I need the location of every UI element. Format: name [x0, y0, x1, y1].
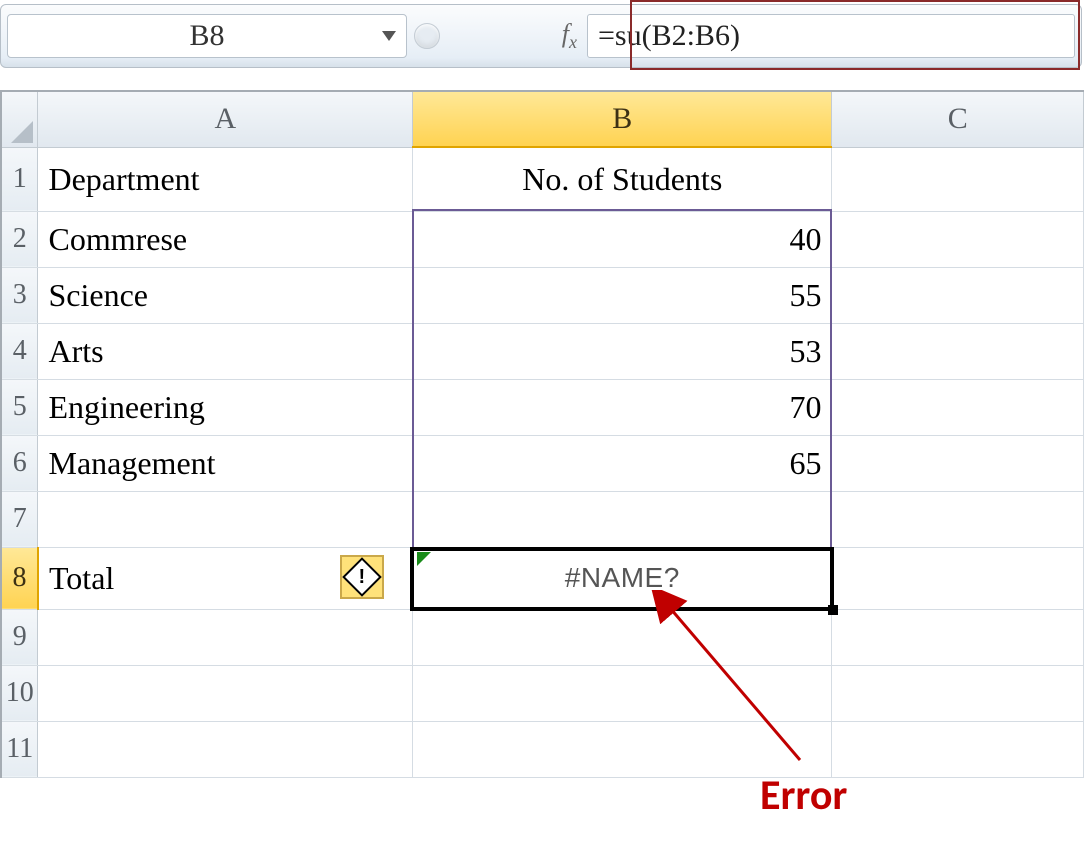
insert-function-area: fx — [447, 19, 587, 53]
cell-A4[interactable]: Arts — [38, 323, 413, 379]
cell-B8-value: #NAME? — [423, 562, 821, 594]
cell-C10[interactable] — [832, 665, 1084, 721]
cell-C1[interactable] — [832, 147, 1084, 211]
row-header-4[interactable]: 4 — [1, 323, 38, 379]
row-header-3[interactable]: 3 — [1, 267, 38, 323]
formula-text: =su(B2:B6) — [598, 19, 740, 53]
cell-A1[interactable]: Department — [38, 147, 413, 211]
formula-input[interactable]: =su(B2:B6) — [587, 14, 1075, 58]
column-header-C[interactable]: C — [832, 91, 1084, 147]
cell-C3[interactable] — [832, 267, 1084, 323]
cell-C5[interactable] — [832, 379, 1084, 435]
cell-C8[interactable] — [832, 547, 1084, 609]
cell-A3[interactable]: Science — [38, 267, 413, 323]
cell-B9[interactable] — [413, 609, 832, 665]
cell-B8[interactable]: #NAME? — [413, 547, 832, 609]
cell-C9[interactable] — [832, 609, 1084, 665]
column-header-B[interactable]: B — [413, 91, 832, 147]
name-box-value: B8 — [189, 19, 224, 53]
cell-C2[interactable] — [832, 211, 1084, 267]
cell-A10[interactable] — [38, 665, 413, 721]
cell-B4[interactable]: 53 — [413, 323, 832, 379]
cell-B7[interactable] — [413, 491, 832, 547]
column-header-A[interactable]: A — [38, 91, 413, 147]
worksheet[interactable]: A B C 1 Department No. of Students 2 Com… — [0, 90, 1084, 778]
row-header-9[interactable]: 9 — [1, 609, 38, 665]
error-indicator-triangle-icon — [417, 552, 431, 566]
cell-B3[interactable]: 55 — [413, 267, 832, 323]
error-smart-tag[interactable]: ! — [340, 555, 384, 599]
chevron-down-icon — [382, 31, 396, 41]
grid: A B C 1 Department No. of Students 2 Com… — [0, 90, 1084, 778]
row-header-2[interactable]: 2 — [1, 211, 38, 267]
cell-A9[interactable] — [38, 609, 413, 665]
cancel-formula-button[interactable] — [414, 23, 440, 49]
cell-B1[interactable]: No. of Students — [413, 147, 832, 211]
cell-A5[interactable]: Engineering — [38, 379, 413, 435]
cell-A7[interactable] — [38, 491, 413, 547]
row-header-7[interactable]: 7 — [1, 491, 38, 547]
row-header-5[interactable]: 5 — [1, 379, 38, 435]
name-box[interactable]: B8 — [7, 14, 407, 58]
cell-C11[interactable] — [832, 721, 1084, 777]
cell-B5[interactable]: 70 — [413, 379, 832, 435]
row-header-10[interactable]: 10 — [1, 665, 38, 721]
row-header-8[interactable]: 8 — [1, 547, 38, 609]
row-header-11[interactable]: 11 — [1, 721, 38, 777]
fx-icon[interactable]: fx — [562, 19, 577, 53]
annotation-label: Error — [760, 770, 847, 821]
cell-B11[interactable] — [413, 721, 832, 777]
cell-A11[interactable] — [38, 721, 413, 777]
row-header-6[interactable]: 6 — [1, 435, 38, 491]
cell-C4[interactable] — [832, 323, 1084, 379]
name-box-dropdown[interactable] — [378, 15, 400, 57]
cell-A2[interactable]: Commrese — [38, 211, 413, 267]
formula-bar: B8 fx =su(B2:B6) — [0, 4, 1082, 68]
select-all-corner[interactable] — [1, 91, 38, 147]
row-header-1[interactable]: 1 — [1, 147, 38, 211]
fill-handle[interactable] — [828, 605, 838, 615]
cell-B2[interactable]: 40 — [413, 211, 832, 267]
cell-B6[interactable]: 65 — [413, 435, 832, 491]
warning-icon-glyph: ! — [359, 565, 366, 588]
cell-C7[interactable] — [832, 491, 1084, 547]
cell-C6[interactable] — [832, 435, 1084, 491]
cell-B10[interactable] — [413, 665, 832, 721]
formula-bar-buttons — [407, 23, 447, 49]
cell-A6[interactable]: Management — [38, 435, 413, 491]
warning-icon: ! — [342, 557, 382, 597]
